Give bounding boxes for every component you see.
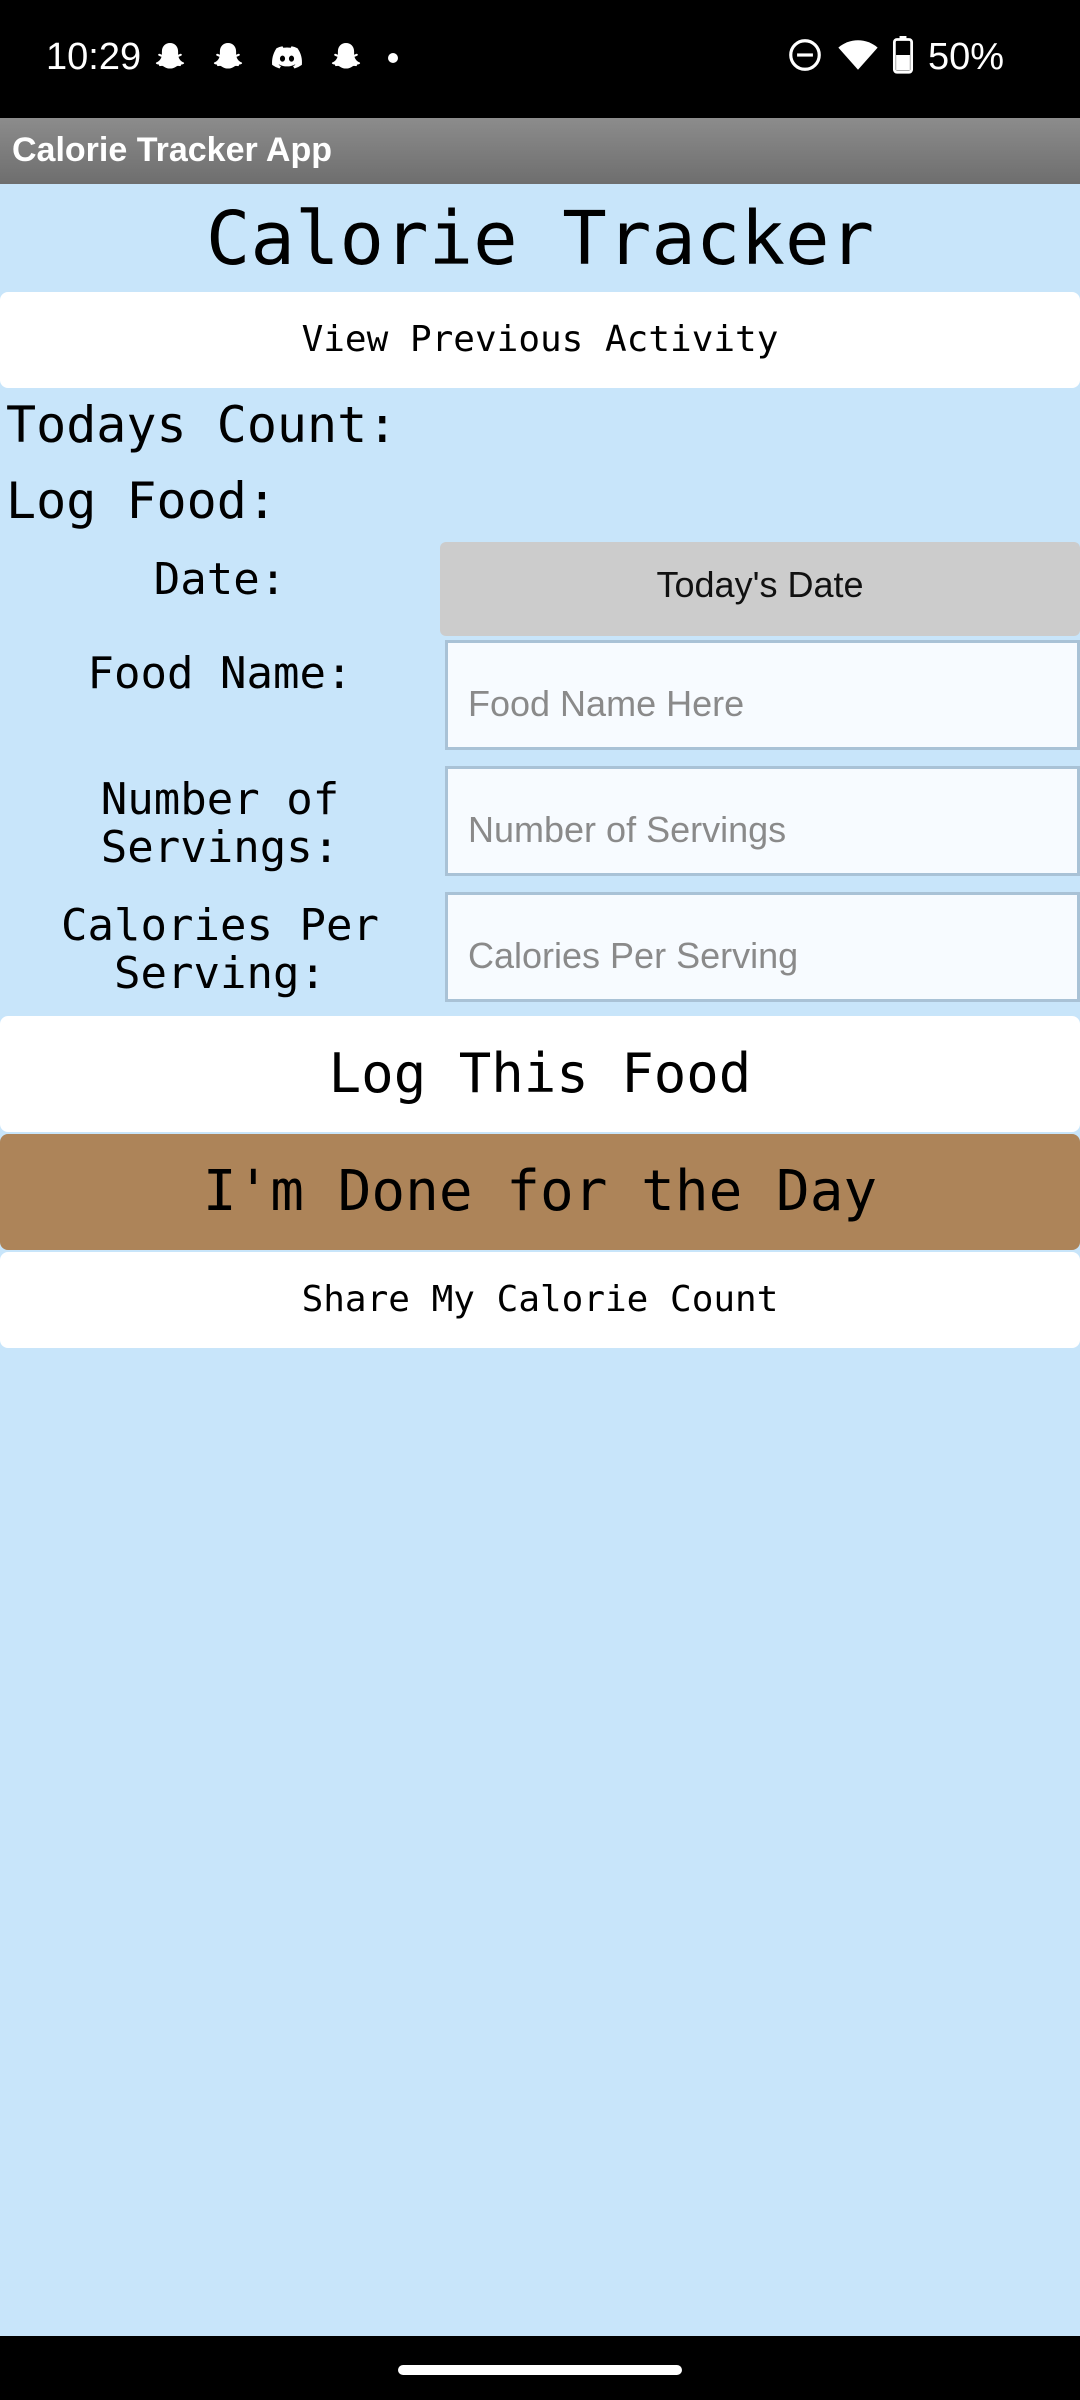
app-bar-title: Calorie Tracker App [12,131,332,169]
log-this-food-button[interactable]: Log This Food [0,1016,1080,1132]
date-picker-button[interactable]: Today's Date [440,542,1080,636]
share-calorie-count-button[interactable]: Share My Calorie Count [0,1252,1080,1348]
system-status: 50% [786,36,1004,79]
snapchat-icon [328,40,364,76]
snapchat-icon [210,40,246,76]
calories-per-serving-label: Calories Per Serving: [61,900,379,999]
discord-icon [268,40,306,76]
view-previous-activity-button[interactable]: View Previous Activity [0,292,1080,388]
done-for-day-button[interactable]: I'm Done for the Day [0,1134,1080,1250]
more-dot-icon [386,51,400,65]
battery-icon [892,36,914,79]
calories-per-serving-input[interactable] [445,892,1080,1002]
log-food-heading: Log Food: [6,472,277,530]
status-bar: 10:29 50% [0,0,1080,118]
snapchat-icon [152,40,188,76]
food-name-input[interactable] [445,640,1080,750]
status-time: 10:29 [46,36,142,78]
do-not-disturb-icon [786,36,824,79]
todays-count-label: Todays Count: [6,396,398,454]
battery-percentage: 50% [927,36,1004,78]
app-bar: Calorie Tracker App [0,118,1080,184]
page-title: Calorie Tracker [205,196,875,282]
servings-input[interactable] [445,766,1080,876]
date-label: Date: [153,554,287,605]
notification-icons [152,40,400,76]
home-gesture-handle[interactable] [398,2365,682,2375]
food-name-label: Food Name: [87,648,353,699]
servings-label: Number of Servings: [100,774,340,873]
wifi-icon [838,37,878,78]
